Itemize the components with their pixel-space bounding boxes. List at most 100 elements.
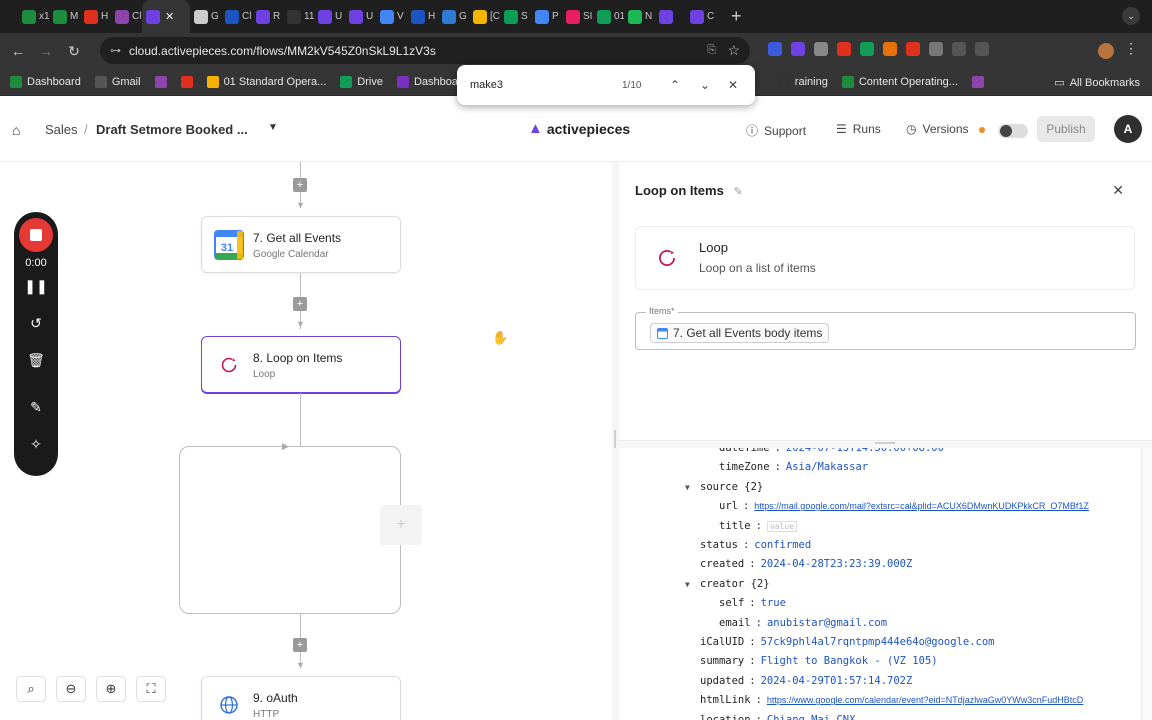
effects-icon[interactable]: ✧: [14, 436, 58, 453]
browser-tab[interactable]: U: [345, 0, 376, 33]
breadcrumb-folder[interactable]: Sales: [45, 122, 78, 137]
chevron-down-icon[interactable]: ▼: [685, 483, 690, 492]
pen-icon[interactable]: ✎: [14, 399, 58, 416]
browser-tab[interactable]: N: [624, 0, 655, 33]
flow-name[interactable]: Draft Setmore Booked ...: [96, 122, 248, 137]
extension-icon[interactable]: [952, 42, 966, 56]
step-card-oauth[interactable]: 9. oAuth HTTP: [201, 676, 401, 720]
browser-tab[interactable]: S: [500, 0, 531, 33]
bookmark-item[interactable]: Gmail: [94, 76, 141, 88]
scrollbar[interactable]: [1141, 448, 1152, 720]
step-card-get-all-events[interactable]: 31 7. Get all Events Google Calendar: [201, 216, 401, 273]
browser-tab[interactable]: U: [314, 0, 345, 33]
extension-icon[interactable]: [975, 42, 989, 56]
close-tab-icon[interactable]: ✕: [165, 10, 174, 23]
browser-tab[interactable]: SI: [562, 0, 593, 33]
search-icon[interactable]: ⌕: [16, 676, 46, 702]
tab-search-icon[interactable]: ⌄: [1122, 7, 1140, 25]
extension-icon[interactable]: [883, 42, 897, 56]
bookmark-item[interactable]: [971, 76, 984, 88]
browser-tab[interactable]: [655, 0, 686, 33]
browser-tab[interactable]: G: [190, 0, 221, 33]
restart-icon[interactable]: ↺: [14, 315, 58, 332]
add-step-button[interactable]: +: [293, 297, 307, 311]
bookmark-item[interactable]: raining: [777, 76, 828, 88]
browser-tab[interactable]: C: [686, 0, 717, 33]
find-close-icon[interactable]: ✕: [728, 78, 738, 92]
publish-button[interactable]: Publish: [1037, 116, 1095, 142]
address-bar[interactable]: ⊶ cloud.activepieces.com/flows/MM2kV545Z…: [100, 37, 750, 64]
extension-icon[interactable]: [906, 42, 920, 56]
panel-split-handle[interactable]: [619, 440, 1152, 448]
browser-tab[interactable]: x1: [18, 0, 49, 33]
close-icon[interactable]: ✕: [1112, 182, 1124, 199]
extension-icon[interactable]: [860, 42, 874, 56]
json-link-value[interactable]: https://www.google.com/calendar/event?ei…: [767, 695, 1083, 705]
browser-tab[interactable]: M: [49, 0, 80, 33]
chevron-down-icon[interactable]: ▼: [685, 580, 690, 589]
zoom-out-icon[interactable]: ⊖: [56, 676, 86, 702]
browser-tab[interactable]: H: [80, 0, 111, 33]
find-previous-icon[interactable]: ⌃: [670, 78, 680, 92]
find-next-icon[interactable]: ⌄: [700, 78, 710, 92]
bookmark-star-icon[interactable]: ☆: [727, 42, 740, 59]
browser-tab[interactable]: V: [376, 0, 407, 33]
flow-enable-toggle[interactable]: [998, 124, 1028, 138]
flow-canvas[interactable]: + ▼ 31 7. Get all Events Google Calendar…: [0, 162, 612, 720]
extensions-puzzle-icon[interactable]: [929, 42, 943, 56]
install-app-icon[interactable]: ⎘: [707, 44, 716, 57]
pause-icon[interactable]: ❚❚: [14, 278, 58, 295]
panel-title-text[interactable]: Loop on Items: [635, 183, 724, 198]
bookmark-item[interactable]: [180, 76, 193, 88]
edit-pencil-icon[interactable]: ✎: [733, 186, 742, 198]
new-tab-button[interactable]: +: [731, 6, 742, 27]
browser-tab[interactable]: Cl: [221, 0, 252, 33]
json-key: source {2}: [700, 480, 764, 493]
json-key: created: [700, 558, 745, 571]
zoom-in-icon[interactable]: ⊕: [96, 676, 126, 702]
browser-tab[interactable]: 01: [593, 0, 624, 33]
profile-avatar[interactable]: [1098, 43, 1114, 59]
browser-menu-icon[interactable]: ⋮: [1124, 40, 1138, 57]
site-info-icon[interactable]: ⊶: [110, 44, 121, 57]
add-step-button[interactable]: +: [293, 178, 307, 192]
back-button[interactable]: ←: [4, 43, 32, 59]
items-input[interactable]: Items* 7. Get all Events body items: [635, 306, 1136, 350]
versions-button[interactable]: ◷ Versions: [906, 122, 969, 136]
fit-view-icon[interactable]: ⛶: [136, 676, 166, 702]
reload-button[interactable]: ↻: [60, 43, 88, 60]
browser-tab[interactable]: R: [252, 0, 283, 33]
stop-recording-button[interactable]: [19, 218, 53, 252]
browser-tab[interactable]: G: [438, 0, 469, 33]
trash-icon[interactable]: 🗑: [14, 352, 58, 369]
loop-add-step-button[interactable]: +: [380, 505, 422, 545]
extension-icon[interactable]: [768, 42, 782, 56]
chevron-down-icon[interactable]: ▼: [268, 122, 278, 133]
bookmark-item[interactable]: [154, 76, 167, 88]
bookmark-item[interactable]: Content Operating...: [841, 76, 958, 88]
step-card-loop-on-items[interactable]: 8. Loop on Items Loop: [201, 336, 401, 393]
support-button[interactable]: ⓘ Support: [746, 122, 806, 139]
json-link-value[interactable]: https://mail.google.com/mail?extsrc=cal&…: [754, 501, 1089, 511]
browser-tab[interactable]: ✕: [142, 0, 190, 33]
add-step-button[interactable]: +: [293, 638, 307, 652]
panel-resize-handle[interactable]: [612, 162, 619, 720]
bookmark-item[interactable]: 01 Standard Opera...: [206, 76, 326, 88]
find-input[interactable]: make3: [470, 79, 503, 91]
runs-button[interactable]: ☰ Runs: [836, 122, 881, 136]
browser-tab[interactable]: Cl: [111, 0, 142, 33]
bookmark-item[interactable]: Drive: [340, 76, 383, 88]
extension-icon[interactable]: [837, 42, 851, 56]
browser-tab[interactable]: H: [407, 0, 438, 33]
browser-tab[interactable]: 11 D: [283, 0, 314, 33]
items-data-chip[interactable]: 7. Get all Events body items: [650, 323, 830, 343]
browser-tab[interactable]: [C: [469, 0, 500, 33]
browser-tab[interactable]: P: [531, 0, 562, 33]
extension-icon[interactable]: [814, 42, 828, 56]
user-avatar[interactable]: A: [1114, 115, 1142, 143]
forward-button[interactable]: →: [32, 43, 60, 59]
all-bookmarks[interactable]: ▭ All Bookmarks: [1054, 76, 1140, 90]
extension-icon[interactable]: [791, 42, 805, 56]
home-icon[interactable]: ⌂: [12, 122, 26, 138]
bookmark-item[interactable]: Dashboard: [10, 76, 81, 88]
